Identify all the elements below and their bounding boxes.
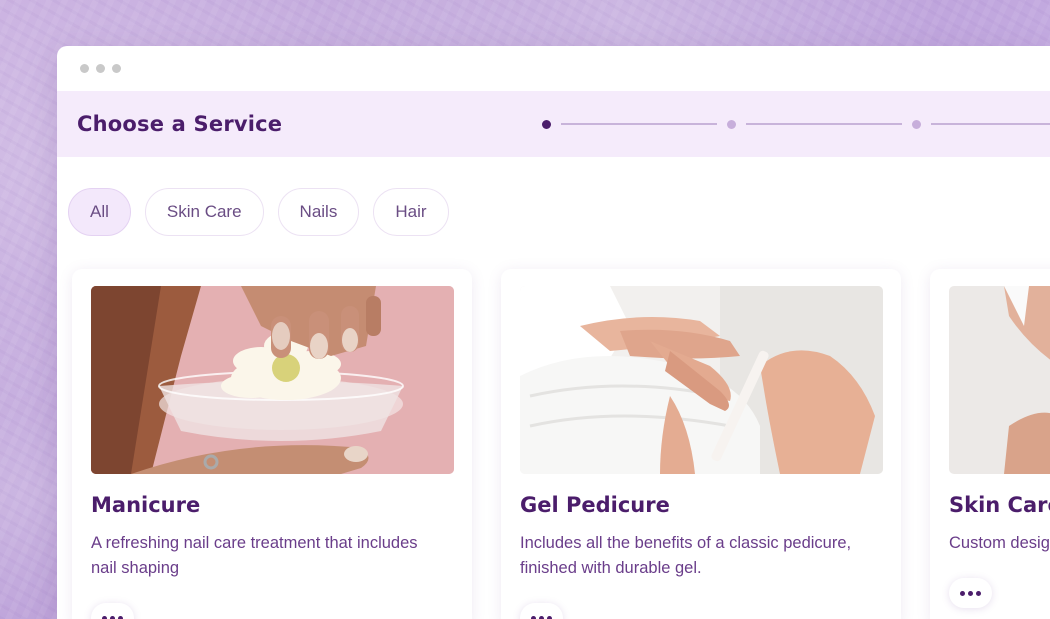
card-title: Manicure	[91, 493, 201, 517]
filter-chip-hair[interactable]: Hair	[373, 188, 449, 236]
dot-icon	[960, 590, 965, 596]
manicure-photo	[91, 286, 454, 474]
dot-icon	[102, 615, 107, 619]
service-card-manicure[interactable]: Manicure A refreshing nail care treatmen…	[72, 269, 472, 619]
dot-icon	[531, 615, 536, 619]
card-description: A refreshing nail care treatment that in…	[91, 534, 418, 577]
service-cards: Manicure A refreshing nail care treatmen…	[72, 269, 1050, 619]
window-dot-icon	[96, 64, 105, 73]
filter-chip-all[interactable]: All	[68, 188, 131, 236]
step-connector	[931, 123, 1050, 125]
filter-chip-nails[interactable]: Nails	[277, 188, 360, 236]
dot-icon	[976, 590, 981, 596]
step-progress	[542, 91, 1050, 157]
more-options-button[interactable]	[520, 603, 563, 619]
step-connector	[561, 123, 717, 125]
service-card-skin-care[interactable]: Skin Care Custom desig your manicure	[930, 269, 1050, 619]
dot-icon	[118, 615, 123, 619]
card-description: Includes all the benefits of a classic p…	[520, 534, 852, 577]
dot-icon	[547, 615, 552, 619]
dot-icon	[539, 615, 544, 619]
filter-chip-skin-care[interactable]: Skin Care	[144, 188, 264, 236]
skin-care-photo	[949, 286, 1050, 474]
card-title: Skin Care	[949, 493, 1050, 517]
more-options-button[interactable]	[91, 603, 134, 619]
more-options-button[interactable]	[949, 578, 992, 608]
page-header: Choose a Service	[57, 91, 1050, 157]
filter-chips: All Skin Care Nails Hair	[57, 188, 1050, 236]
step-1-dot	[542, 119, 551, 129]
page-title: Choose a Service	[77, 112, 283, 136]
window-dot-icon	[80, 64, 89, 73]
card-description: Custom desig your manicure	[949, 534, 1050, 552]
card-title: Gel Pedicure	[520, 493, 670, 517]
dot-icon	[110, 615, 115, 619]
step-connector	[746, 123, 902, 125]
window-titlebar	[57, 46, 1050, 91]
step-3-dot	[912, 119, 921, 129]
service-card-gel-pedicure[interactable]: Gel Pedicure Includes all the benefits o…	[501, 269, 901, 619]
app-window: Choose a Service All Skin Care Nails Hai…	[57, 46, 1050, 619]
step-2-dot	[727, 119, 736, 129]
gel-pedicure-photo	[520, 286, 883, 474]
window-dot-icon	[112, 64, 121, 73]
dot-icon	[968, 590, 973, 596]
